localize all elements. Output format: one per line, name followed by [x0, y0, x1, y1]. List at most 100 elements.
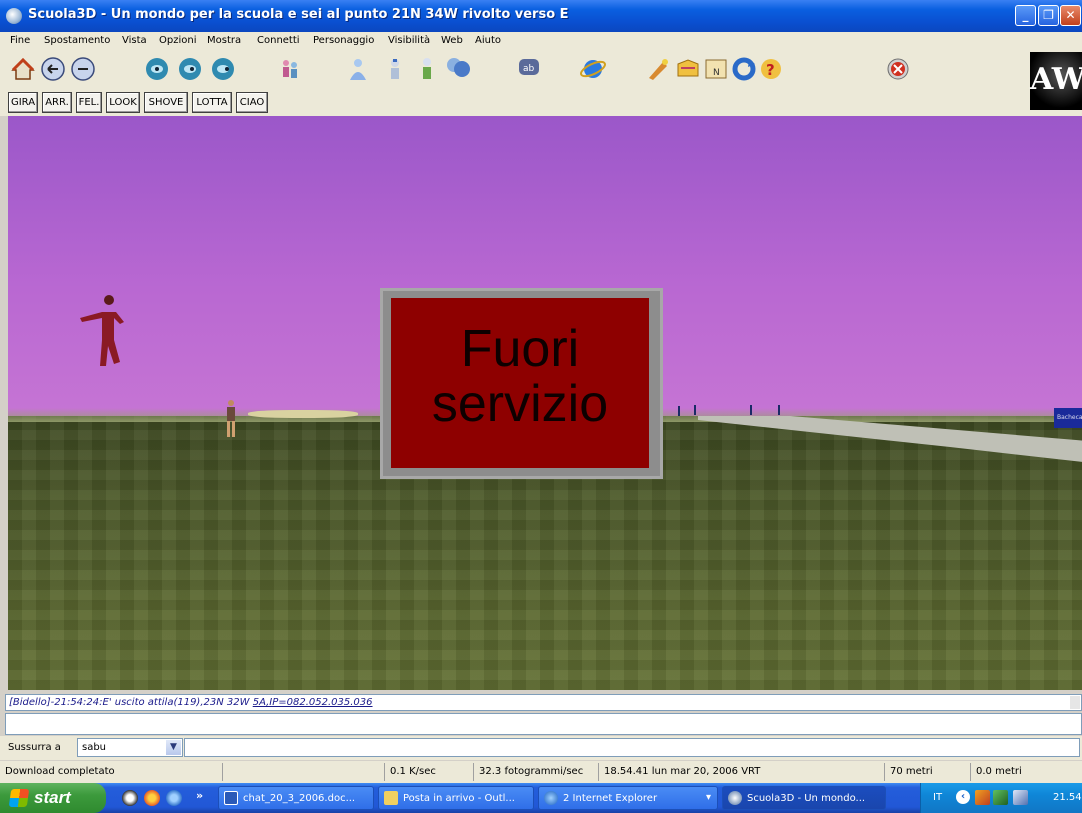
gesture-look-button[interactable]: LOOK [106, 92, 140, 113]
close-button[interactable]: ✕ [1060, 5, 1081, 26]
menu-web[interactable]: Web [441, 35, 463, 46]
sand-patch [248, 410, 358, 418]
gesture-gira-button[interactable]: GIRA [8, 92, 38, 113]
menu-opzioni[interactable]: Opzioni [159, 35, 196, 46]
quicklaunch-overflow[interactable]: » [196, 789, 203, 802]
menu-connetti[interactable]: Connetti [257, 35, 300, 46]
task-outlook[interactable]: Posta in arrivo - Outl... [378, 786, 534, 810]
chat-log[interactable]: [Bidello]-21:54:24:E' uscito attila(119)… [5, 694, 1082, 711]
system-tray: IT ‹ 21.54 [920, 783, 1082, 813]
task-label: Posta in arrivo - Outl... [403, 793, 515, 804]
minimize-button[interactable]: _ [1015, 5, 1036, 26]
application-window: Scuola3D - Un mondo per la scuola e sei … [0, 0, 1082, 813]
chat-input[interactable] [5, 713, 1082, 735]
svg-text:N: N [713, 68, 720, 78]
status-bar: Download completato 0.1 K/sec 32.3 fotog… [0, 761, 1082, 783]
fence-post [678, 406, 680, 416]
chat-icon[interactable]: ab [516, 56, 542, 82]
map-icon[interactable]: N [703, 56, 729, 82]
show-hidden-icons-icon[interactable]: ‹ [956, 790, 970, 804]
gesture-shove-button[interactable]: SHOVE [144, 92, 188, 113]
browser-quicklaunch-icon[interactable] [144, 790, 160, 806]
out-of-service-sign[interactable]: Fuori servizio [380, 288, 663, 479]
internet-explorer-quicklaunch-icon[interactable] [166, 790, 182, 806]
distant-sign[interactable]: Bacheca [1054, 408, 1082, 428]
menu-mostra[interactable]: Mostra [207, 35, 241, 46]
sign-panel: Fuori servizio [391, 298, 649, 468]
status-empty [222, 763, 382, 781]
exit-icon[interactable] [885, 56, 911, 82]
menu-visibilita[interactable]: Visibilità [388, 35, 430, 46]
menu-aiuto[interactable]: Aiuto [475, 35, 501, 46]
whisper-recipient-select[interactable]: sabu ▼ [77, 738, 183, 757]
third-person-view-icon[interactable] [177, 56, 203, 82]
gesture-fel-button[interactable]: FEL. [76, 92, 102, 113]
windows-logo-icon [8, 789, 30, 807]
front-view-icon[interactable] [210, 56, 236, 82]
teleport-icon[interactable] [645, 56, 671, 82]
start-button[interactable]: start [0, 783, 106, 813]
refresh-icon[interactable] [731, 56, 757, 82]
landmarks-icon[interactable] [675, 56, 701, 82]
chevron-down-icon[interactable]: ▼ [166, 740, 181, 755]
gesture-arr-button[interactable]: ARR. [42, 92, 72, 113]
standing-avatar[interactable] [223, 398, 239, 440]
outlook-icon [384, 791, 398, 805]
fence-post [750, 405, 752, 415]
fence-post [778, 405, 780, 415]
menu-personaggio[interactable]: Personaggio [313, 35, 374, 46]
activeworlds-logo: AW [1030, 52, 1082, 110]
status-fps: 32.3 fotogrammi/sec [473, 763, 597, 781]
flying-avatar[interactable] [76, 292, 136, 372]
svg-text:?: ? [766, 61, 775, 79]
help-icon[interactable]: ? [758, 56, 784, 82]
3d-world-view[interactable]: Bacheca Fuori servizio [8, 116, 1082, 690]
window-title: Scuola3D - Un mondo per la scuola e sei … [28, 7, 569, 22]
messenger-quicklaunch-icon[interactable] [122, 790, 138, 806]
activeworlds-app-icon[interactable] [6, 8, 22, 24]
internet-explorer-icon [544, 791, 558, 805]
task-label: 2 Internet Explorer [563, 793, 658, 804]
menu-fine[interactable]: Fine [10, 35, 30, 46]
sign-text: Fuori servizio [431, 320, 609, 433]
gesture-ciao-button[interactable]: CIAO [236, 92, 268, 113]
update-tray-icon[interactable] [993, 790, 1008, 805]
taskbar: start » chat_20_3_2006.doc... Posta in a… [0, 783, 1082, 813]
groups-icon[interactable] [445, 56, 471, 82]
task-scuola3d[interactable]: Scuola3D - Un mondo... [722, 786, 886, 810]
menu-spostamento[interactable]: Spostamento [44, 35, 110, 46]
task-label: chat_20_3_2006.doc... [243, 793, 356, 804]
menu-vista[interactable]: Vista [122, 35, 147, 46]
chat-message-text: [Bidello]-21:54:24:E' uscito attila(119)… [9, 697, 253, 708]
chat-message-link[interactable]: 5A,IP=082.052.035.036 [253, 697, 373, 708]
clock[interactable]: 21.54 [1053, 792, 1082, 803]
first-person-view-icon[interactable] [144, 56, 170, 82]
telegrams-icon[interactable] [382, 56, 408, 82]
back-icon[interactable] [40, 56, 66, 82]
activeworlds-icon [728, 791, 742, 805]
contacts-icon[interactable] [345, 56, 371, 82]
fence-post [694, 405, 696, 415]
security-tray-icon[interactable] [975, 790, 990, 805]
whisper-message-input[interactable] [184, 738, 1080, 757]
chat-message: [Bidello]-21:54:24:E' uscito attila(119)… [9, 697, 373, 708]
forward-icon[interactable] [70, 56, 96, 82]
network-tray-icon[interactable] [1013, 790, 1028, 805]
gesture-lotta-button[interactable]: LOTTA [192, 92, 232, 113]
task-word-document[interactable]: chat_20_3_2006.doc... [218, 786, 374, 810]
menu-bar: Fine Spostamento Vista Opzioni Mostra Co… [0, 32, 1082, 50]
chevron-down-icon[interactable]: ▾ [706, 792, 711, 803]
toolbar: ab N ? GIRA ARR. FEL. LOOK SHOVE LOTTA C… [0, 50, 1082, 116]
svg-text:ab: ab [523, 64, 535, 74]
web-browser-icon[interactable] [580, 56, 606, 82]
chat-scrollbar[interactable] [1070, 696, 1080, 709]
language-indicator[interactable]: IT [933, 792, 942, 803]
task-label: Scuola3D - Un mondo... [747, 793, 866, 804]
home-icon[interactable] [10, 56, 36, 82]
people-icon[interactable] [414, 56, 440, 82]
maximize-button[interactable]: ❐ [1038, 5, 1059, 26]
task-internet-explorer-group[interactable]: 2 Internet Explorer ▾ [538, 786, 718, 810]
avatars-icon[interactable] [277, 56, 303, 82]
title-bar[interactable]: Scuola3D - Un mondo per la scuola e sei … [0, 0, 1082, 32]
start-label: start [34, 788, 71, 807]
